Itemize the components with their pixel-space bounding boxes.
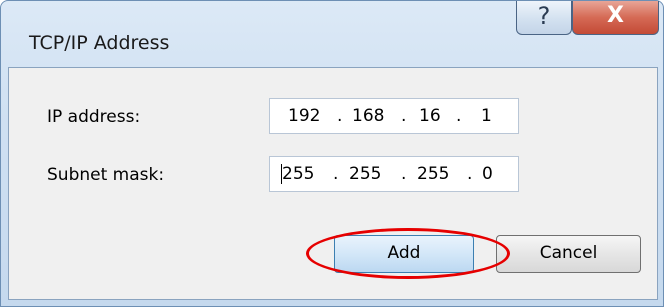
ip-octet-3[interactable]: 16 [419,106,441,126]
dialog-title: TCP/IP Address [29,32,170,54]
ip-address-field[interactable]: 192 . 168 . 16 . 1 [269,98,519,134]
mask-dot-1: . [333,164,339,184]
ip-dot-3: . [456,106,462,126]
close-icon: X [607,3,624,28]
close-button[interactable]: X [572,1,659,35]
ip-octet-4[interactable]: 1 [481,106,492,126]
mask-dot-3: . [467,164,473,184]
mask-dot-2: . [401,164,407,184]
highlight-ellipse [306,228,510,279]
ip-octet-2[interactable]: 168 [352,106,384,126]
mask-octet-1[interactable]: 255 [282,164,314,184]
help-icon: ? [537,2,551,30]
help-button[interactable]: ? [516,1,572,35]
dialog-client-area: IP address: 192 . 168 . 16 . 1 Subnet ma… [8,67,658,300]
subnet-mask-field[interactable]: 255 . 255 . 255 . 0 [269,156,519,192]
ip-octet-1[interactable]: 192 [288,106,320,126]
cancel-button[interactable]: Cancel [496,235,641,273]
ip-dot-2: . [401,106,407,126]
ip-address-label: IP address: [47,107,141,127]
mask-octet-4[interactable]: 0 [482,164,493,184]
mask-octet-2[interactable]: 255 [349,164,381,184]
dialog-window: TCP/IP Address ? X IP address: 192 . 168… [0,0,664,307]
ip-dot-1: . [337,106,343,126]
subnet-mask-label: Subnet mask: [47,165,165,185]
mask-octet-3[interactable]: 255 [417,164,449,184]
